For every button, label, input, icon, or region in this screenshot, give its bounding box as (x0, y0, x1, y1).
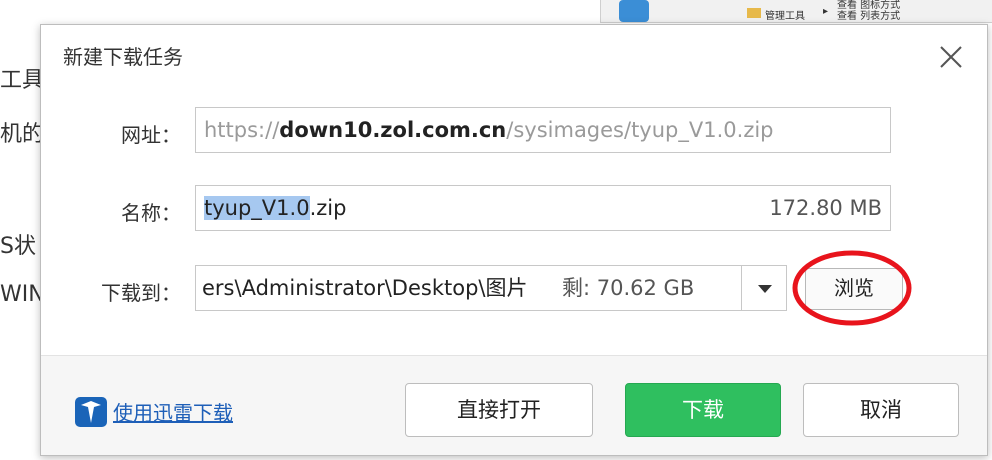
new-download-dialog: 新建下载任务 网址： https://down10.zol.com.cn/sys… (40, 24, 988, 456)
xunlei-icon[interactable] (75, 397, 107, 427)
file-size: 172.80 MB (769, 196, 882, 220)
use-xunlei-link[interactable]: 使用迅雷下载 (113, 397, 233, 426)
download-button[interactable]: 下载 (625, 383, 781, 437)
chevron-down-icon (758, 285, 772, 293)
background-text-4: WIN (0, 282, 45, 307)
dialog-title: 新建下载任务 (63, 45, 183, 69)
menu-item-admin-tools: 管理工具 (765, 11, 805, 22)
filename-extension: .zip (309, 196, 347, 220)
submenu-lines: 查看 图标方式 查看 列表方式 (837, 0, 900, 22)
url-path: /sysimages/tyup_V1.0.zip (506, 118, 774, 142)
submenu-arrow-icon: ▸ (823, 6, 829, 17)
cancel-button[interactable]: 取消 (803, 383, 959, 437)
name-label: 名称： (121, 201, 181, 225)
open-directly-button[interactable]: 直接打开 (405, 383, 593, 437)
url-label: 网址： (121, 123, 181, 147)
path-dropdown-button[interactable] (741, 265, 787, 311)
url-scheme: https:// (204, 118, 280, 142)
folder-icon (747, 8, 761, 18)
filename-field[interactable]: tyup_V1.0.zip 172.80 MB (195, 185, 891, 231)
submenu-line: 查看 图标方式 (837, 0, 901, 11)
app-icon (619, 0, 649, 22)
background-text-1: 工具 (0, 68, 45, 93)
url-field[interactable]: https://down10.zol.com.cn/sysimages/tyup… (195, 107, 891, 153)
url-host: down10.zol.com.cn (279, 118, 507, 142)
close-icon[interactable] (937, 43, 965, 71)
background-text-3: S状 (0, 234, 36, 259)
save-path-text: ers\Administrator\Desktop\图片 (202, 276, 528, 300)
background-text-2: 机的 (0, 122, 45, 147)
free-space-text: 剩: 70.62 GB (556, 266, 695, 310)
browse-button[interactable]: 浏览 (805, 268, 903, 310)
background-window-strip: 管理工具 ▸ 查看 图标方式 查看 列表方式 (600, 0, 992, 23)
save-path-field[interactable]: ers\Administrator\Desktop\图片 剩: 70.62 GB (195, 265, 743, 311)
save-to-label: 下载到： (101, 281, 181, 305)
submenu-line: 查看 列表方式 (837, 11, 901, 22)
filename-selected-text: tyup_V1.0 (204, 196, 310, 220)
